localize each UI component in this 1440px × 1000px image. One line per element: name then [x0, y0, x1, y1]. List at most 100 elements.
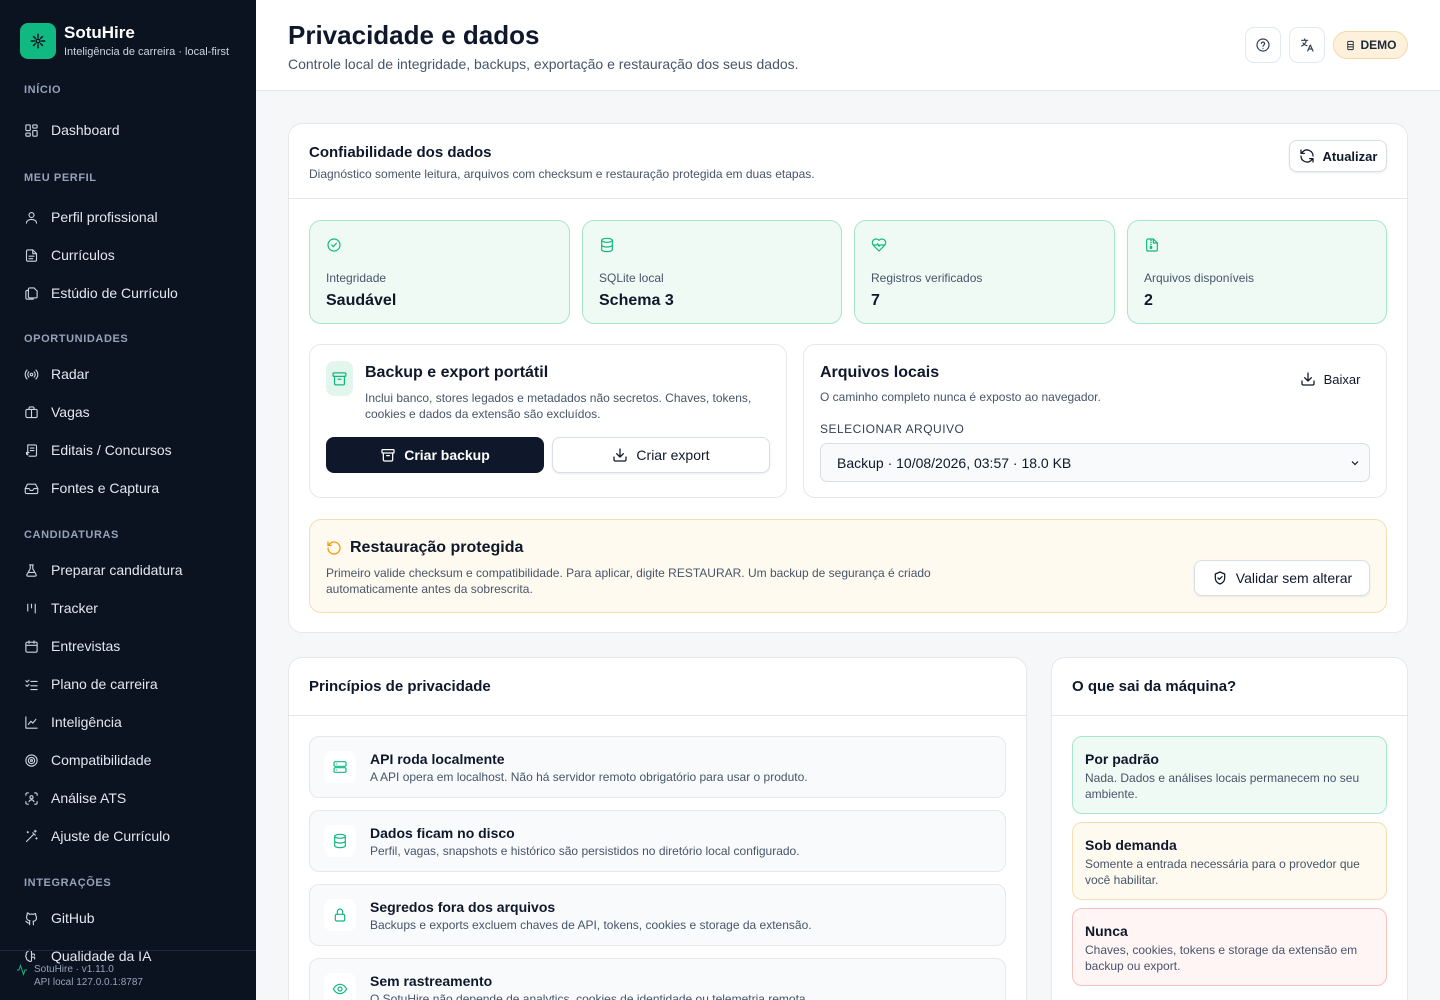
page-title: Privacidade e dados [288, 20, 540, 50]
egress-item-title: Nunca [1085, 923, 1128, 939]
scan-icon [25, 791, 38, 805]
stat-value: 7 [871, 292, 880, 309]
database-small-icon [1346, 40, 1354, 50]
nav-section-title: INTEGRAÇÕES [24, 877, 112, 889]
sidebar-item-ats[interactable]: Análise ATS [0, 779, 256, 817]
sidebar-item-label: Dashboard [51, 122, 120, 138]
eye-icon [332, 983, 348, 995]
sidebar-item-radar[interactable]: Radar [0, 355, 256, 393]
egress-title: O que sai da máquina? [1072, 678, 1237, 695]
sidebar-nav: INÍCIO Dashboard MEU PERFIL Perfil profi… [0, 76, 256, 975]
sidebar-item-estudio[interactable]: Estúdio de Currículo [0, 274, 256, 312]
divider [289, 715, 1026, 716]
radar-icon [24, 369, 39, 379]
lock-icon [334, 908, 346, 922]
inbox-icon [24, 483, 39, 494]
sidebar-item-entrevistas[interactable]: Entrevistas [0, 627, 256, 665]
demo-badge[interactable]: DEMO [1333, 31, 1408, 59]
archive-icon [326, 361, 353, 396]
page-subtitle: Controle local de integridade, backups, … [288, 56, 799, 72]
database-icon [601, 237, 613, 253]
help-icon [1256, 38, 1270, 52]
translate-icon [1301, 38, 1314, 52]
stat-sqlite: SQLite local Schema 3 [582, 220, 842, 324]
dashboard-icon [25, 123, 38, 137]
principle-description: Perfil, vagas, snapshots e histórico são… [370, 844, 800, 858]
sidebar-footer: SotuHire · v1.11.0 API local 127.0.0.1:8… [0, 950, 256, 1000]
shield-check-icon [1214, 571, 1226, 585]
sidebar-item-label: Fontes e Captura [51, 480, 160, 496]
sidebar-item-label: Radar [51, 366, 90, 382]
validate-button[interactable]: Validar sem alterar [1194, 560, 1370, 596]
download-icon [1300, 372, 1315, 386]
download-label: Baixar [1323, 371, 1361, 387]
refresh-icon [1299, 149, 1314, 163]
stat-label: Arquivos disponíveis [1144, 271, 1255, 285]
stat-label: SQLite local [599, 271, 664, 285]
sidebar-item-label: GitHub [51, 910, 95, 926]
sidebar-item-label: Plano de carreira [51, 676, 158, 692]
egress-item-title: Sob demanda [1085, 837, 1177, 853]
sidebar-item-curriculos[interactable]: Currículos [0, 236, 256, 274]
github-icon [25, 911, 38, 925]
nav-section-title: CANDIDATURAS [24, 529, 119, 541]
principle-item: Segredos fora dos arquivos Backups e exp… [309, 884, 1006, 946]
brand[interactable]: SotuHire Inteligência de carreira · loca… [20, 22, 229, 60]
demo-label: DEMO [1360, 38, 1397, 52]
sidebar-item-dashboard[interactable]: Dashboard [0, 111, 256, 149]
create-export-button[interactable]: Criar export [552, 437, 770, 473]
sidebar-item-tracker[interactable]: Tracker [0, 589, 256, 627]
rotate-ccw-icon [327, 541, 341, 555]
download-button[interactable]: Baixar [1289, 365, 1371, 393]
sidebar-item-inteligencia[interactable]: Inteligência [0, 703, 256, 741]
app-version: SotuHire · v1.11.0 [34, 964, 114, 975]
sidebar-item-preparar[interactable]: Preparar candidatura [0, 551, 256, 589]
stat-records: Registros verificados 7 [854, 220, 1115, 324]
egress-item-description: Chaves, cookies, tokens e storage da ext… [1085, 943, 1358, 973]
sidebar-item-plano[interactable]: Plano de carreira [0, 665, 256, 703]
nav-section-title: INÍCIO [24, 84, 62, 96]
sidebar-item-label: Editais / Concursos [51, 442, 172, 458]
files-subtitle: O caminho completo nunca é exposto ao na… [820, 390, 1101, 404]
wand-icon [25, 829, 38, 842]
stat-files: Arquivos disponíveis 2 [1127, 220, 1387, 324]
sidebar-item-editais[interactable]: Editais / Concursos [0, 431, 256, 469]
user-icon [25, 211, 38, 224]
heart-pulse-icon [871, 238, 887, 252]
file-archive-icon [1146, 238, 1158, 252]
select-file-label: SELECIONAR ARQUIVO [820, 422, 965, 436]
server-icon [333, 761, 347, 773]
principle-title: Dados ficam no disco [370, 825, 515, 841]
create-backup-button[interactable]: Criar backup [326, 437, 544, 473]
sidebar-item-perfil[interactable]: Perfil profissional [0, 198, 256, 236]
scroll-icon [25, 443, 38, 457]
kanban-icon [27, 603, 36, 613]
sidebar-item-label: Ajuste de Currículo [51, 828, 171, 844]
sidebar-item-github[interactable]: GitHub [0, 899, 256, 937]
sidebar-item-vagas[interactable]: Vagas [0, 393, 256, 431]
principle-description: O SotuHire não depende de analytics, coo… [370, 992, 809, 1000]
file-select[interactable]: Backup · 10/08/2026, 03:57 · 18.0 KB [820, 443, 1370, 482]
egress-on-demand: Sob demanda Somente a entrada necessária… [1072, 822, 1387, 900]
sidebar-item-label: Vagas [51, 404, 90, 420]
refresh-label: Atualizar [1322, 148, 1378, 164]
briefcase-icon [25, 405, 38, 418]
page-header: Privacidade e dados Controle local de in… [256, 0, 1440, 91]
sidebar-item-label: Compatibilidade [51, 752, 152, 768]
sidebar-item-fontes[interactable]: Fontes e Captura [0, 469, 256, 507]
sidebar-item-ajuste[interactable]: Ajuste de Currículo [0, 817, 256, 855]
download-icon [613, 448, 628, 462]
stat-integrity: Integridade Saudável [309, 220, 570, 324]
chevron-down-icon [1351, 460, 1359, 465]
list-checks-icon [25, 679, 38, 690]
refresh-button[interactable]: Atualizar [1289, 140, 1387, 172]
sidebar-item-label: Perfil profissional [51, 209, 158, 225]
stat-value: 2 [1144, 292, 1153, 309]
sidebar-item-label: Preparar candidatura [51, 562, 183, 578]
database-icon [334, 833, 346, 849]
language-button[interactable] [1289, 27, 1325, 63]
sidebar-item-compatibilidade[interactable]: Compatibilidade [0, 741, 256, 779]
principles-card: Princípios de privacidade API roda local… [288, 657, 1027, 1000]
help-button[interactable] [1245, 27, 1281, 63]
chart-line-icon [25, 715, 38, 729]
